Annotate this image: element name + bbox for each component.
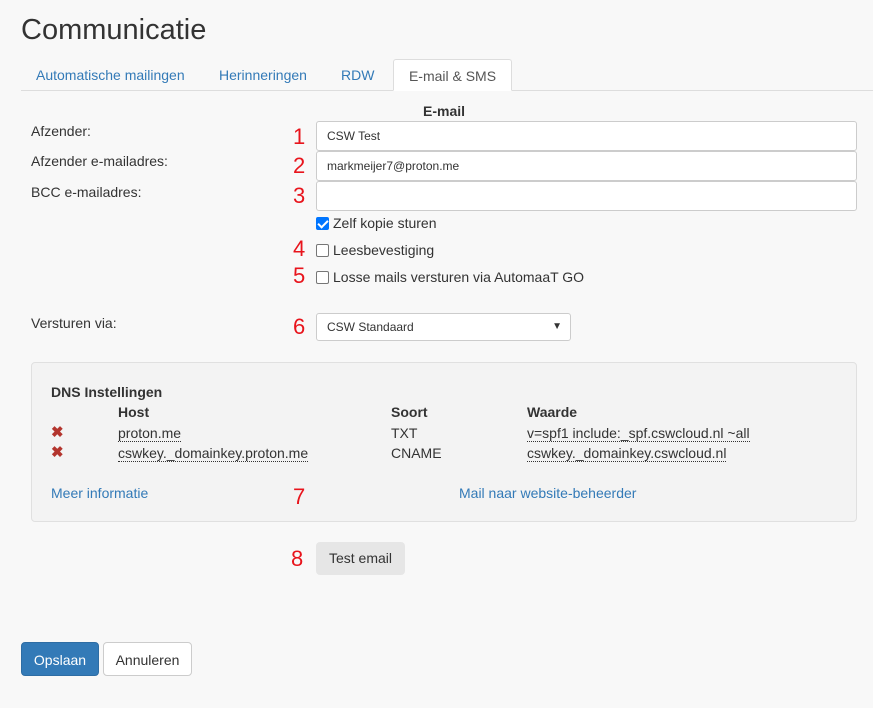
more-info-link[interactable]: Meer informatie <box>51 485 148 501</box>
tab-email-sms[interactable]: E-mail & SMS <box>393 59 512 91</box>
dns-header-type: Soort <box>391 404 428 420</box>
separate-mails-row: Losse mails versturen via AutomaaT GO <box>316 269 584 285</box>
annotation-6: 6 <box>293 314 306 339</box>
dns-row-value: cswkey._domainkey.cswcloud.nl <box>527 445 727 462</box>
dns-row-host: proton.me <box>118 425 182 442</box>
email-heading: E-mail <box>423 103 466 119</box>
dns-row-type: TXT <box>391 425 418 441</box>
mail-admin-link[interactable]: Mail naar website-beheerder <box>459 485 636 501</box>
chevron-down-icon: ▼ <box>552 321 562 332</box>
send-via-value: CSW Standaard <box>327 320 414 334</box>
send-via-select[interactable]: CSW Standaard ▼ <box>316 313 571 341</box>
bcc-input[interactable] <box>316 181 857 211</box>
tab-rdw[interactable]: RDW <box>326 59 389 91</box>
cross-icon: ✖ <box>51 424 64 441</box>
annotation-4: 4 <box>293 236 306 261</box>
annotation-3: 3 <box>293 183 306 208</box>
tab-herinneringen[interactable]: Herinneringen <box>204 59 322 91</box>
page-title: Communicatie <box>21 14 207 46</box>
annotation-7: 7 <box>293 484 306 509</box>
read-receipt-row: Leesbevestiging <box>316 242 434 258</box>
sender-label: Afzender: <box>31 123 91 139</box>
copy-self-label: Zelf kopie sturen <box>333 215 437 231</box>
read-receipt-checkbox[interactable] <box>316 243 329 257</box>
annotation-2: 2 <box>293 153 306 178</box>
dns-header-value: Waarde <box>527 404 578 420</box>
bcc-label: BCC e-mailadres: <box>31 184 142 200</box>
dns-title: DNS Instellingen <box>51 384 163 400</box>
cross-icon: ✖ <box>51 444 64 461</box>
dns-row-type: CNAME <box>391 445 442 461</box>
separate-mails-label: Losse mails versturen via AutomaaT GO <box>333 269 585 285</box>
test-email-button[interactable]: Test email <box>316 542 405 575</box>
tab-automatische-mailingen[interactable]: Automatische mailingen <box>21 59 200 91</box>
sender-input[interactable]: CSW Test <box>316 121 857 151</box>
sender-email-label: Afzender e-mailadres: <box>31 153 168 169</box>
save-button[interactable]: Opslaan <box>21 642 99 676</box>
annotation-8: 8 <box>291 546 304 571</box>
dns-header-host: Host <box>118 404 150 420</box>
copy-self-checkbox[interactable] <box>316 216 329 230</box>
dns-row-value: v=spf1 include:_spf.cswcloud.nl ~all <box>527 425 750 442</box>
copy-self-row: Zelf kopie sturen <box>316 215 437 231</box>
annotation-5: 5 <box>293 263 306 288</box>
read-receipt-label: Leesbevestiging <box>333 242 435 258</box>
separate-mails-checkbox[interactable] <box>316 270 329 284</box>
dns-row-host: cswkey._domainkey.proton.me <box>118 445 309 462</box>
sender-email-input[interactable]: markmeijer7@proton.me <box>316 151 857 181</box>
send-via-label: Versturen via: <box>31 315 117 331</box>
annotation-1: 1 <box>293 124 306 149</box>
cancel-button[interactable]: Annuleren <box>103 642 192 676</box>
